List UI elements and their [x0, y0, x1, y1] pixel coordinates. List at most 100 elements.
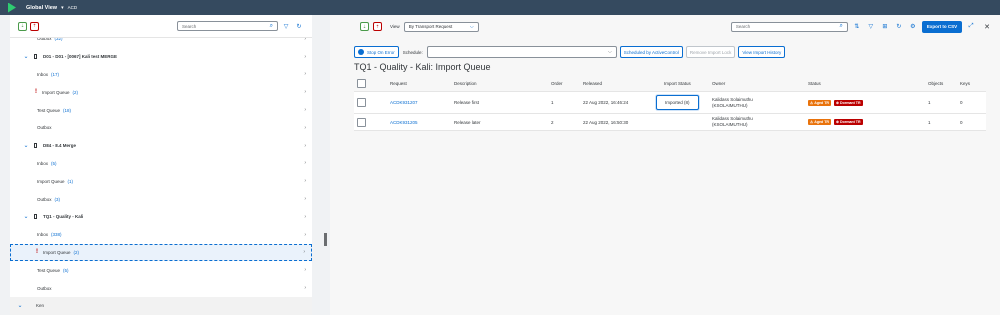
keys-cell: 0: [960, 100, 963, 105]
expand-chevron-icon[interactable]: ⌄: [22, 53, 30, 60]
chevron-right-icon[interactable]: ›: [304, 160, 306, 166]
tree-item-label: Import Queue: [42, 89, 70, 95]
tree-item-label: Outbox: [37, 125, 52, 131]
tree-item[interactable]: Inbox (17) ›: [10, 66, 312, 84]
left-search-input[interactable]: Search ⌕: [177, 21, 278, 31]
refresh-icon[interactable]: ↻: [894, 22, 904, 32]
close-icon[interactable]: ✕: [984, 23, 990, 31]
tree-item[interactable]: Outbox (32) ›: [10, 38, 312, 48]
collapse-all-button[interactable]: ⇡: [30, 21, 39, 31]
remove-import-lock-button[interactable]: Remove Import Lock: [685, 46, 736, 58]
schedule-select[interactable]: ⌵: [426, 46, 617, 58]
tree-item[interactable]: Outbox ›: [10, 279, 312, 297]
import-status-cell[interactable]: Imported (8): [656, 95, 699, 110]
tree-item[interactable]: ⌄ D01 - D01 - [0067] Kali test MERGE ›: [10, 48, 312, 66]
tree-item-count: (2): [73, 249, 80, 255]
chevron-right-icon[interactable]: ›: [304, 143, 306, 149]
stop-on-error-button[interactable]: Stop On Error: [354, 46, 399, 58]
col-keys[interactable]: Keys: [960, 75, 970, 91]
search-icon[interactable]: ⌕: [270, 23, 273, 30]
tree-item-count: (17): [51, 71, 60, 77]
expand-all-button[interactable]: ⇣: [18, 21, 27, 31]
col-objects[interactable]: Objects: [928, 75, 943, 91]
expand-chevron-icon[interactable]: ⌄: [22, 213, 30, 220]
col-description[interactable]: Description: [454, 75, 477, 91]
chevron-right-icon[interactable]: ›: [304, 214, 306, 220]
tree-item-label: Import Queue: [37, 178, 65, 184]
tree-item-label: D84 - 8.4 Merge: [43, 143, 77, 149]
app-title[interactable]: Global View: [26, 5, 57, 11]
chevron-right-icon[interactable]: ›: [304, 89, 306, 95]
table-row[interactable]: ACDK931207 Release first 1 22 Aug 2022, 16:…: [354, 92, 986, 114]
col-order[interactable]: Order: [551, 75, 563, 91]
chevron-right-icon[interactable]: ›: [304, 285, 306, 291]
expand-chevron-icon[interactable]: ⌄: [22, 142, 30, 149]
tree-item[interactable]: Outbox ›: [10, 119, 312, 137]
row-checkbox[interactable]: [357, 117, 366, 127]
collapse-button[interactable]: ⇡: [373, 22, 382, 31]
aged-tr-label: Aged TR: [814, 120, 830, 124]
alert-icon: !: [35, 89, 37, 96]
tree-item[interactable]: Test Queue (5) ›: [10, 261, 312, 279]
fullscreen-icon[interactable]: ⤢: [966, 22, 976, 32]
col-owner[interactable]: Owner: [712, 75, 725, 91]
settings-icon[interactable]: ⚙: [908, 22, 918, 32]
tree-item[interactable]: ! Import Queue (2) ›: [10, 243, 312, 262]
tree-item[interactable]: ⌄ Ken: [10, 297, 312, 315]
filter-icon[interactable]: ▽: [281, 21, 291, 31]
tree-item[interactable]: ⌄ D84 - 8.4 Merge ›: [10, 137, 312, 155]
scheduled-by-button[interactable]: Scheduled by ActiveControl: [619, 46, 683, 58]
sort-icon[interactable]: ⇅: [852, 22, 862, 32]
chevron-right-icon[interactable]: ›: [304, 232, 306, 238]
table-row[interactable]: ACDK931205 Release later 2 22 Aug 2022, 16:…: [354, 114, 986, 131]
expand-chevron-icon[interactable]: ⌄: [16, 302, 24, 309]
export-csv-button[interactable]: Export to CSV: [921, 20, 963, 33]
description-cell: Release first: [454, 100, 480, 105]
schedule-label: Schedule:: [402, 49, 423, 55]
description-cell: Release later: [454, 119, 481, 125]
tree-item[interactable]: Outbox (3) ›: [10, 190, 312, 208]
alert-icon: !: [36, 249, 38, 256]
owner-id: (KSOLAIMUTHU): [712, 102, 748, 108]
search-icon[interactable]: ⌕: [839, 23, 842, 30]
col-import-status[interactable]: Import Status: [664, 75, 691, 91]
tree-item[interactable]: Test Queue (18) ›: [10, 101, 312, 119]
tree-item-label: Ken: [36, 303, 45, 309]
tree-item[interactable]: ⌄ TQ1 - Quality - Kali ›: [10, 208, 312, 226]
panel-splitter[interactable]: [324, 233, 327, 246]
tree-item[interactable]: Inbox (5) ›: [10, 155, 312, 173]
chevron-right-icon[interactable]: ›: [304, 107, 306, 113]
view-import-history-button[interactable]: View Import History: [738, 46, 786, 58]
view-select[interactable]: By Transport Request ⌵: [403, 21, 479, 32]
chevron-right-icon[interactable]: ›: [304, 178, 306, 184]
refresh-icon[interactable]: ↻: [294, 21, 304, 31]
columns-icon[interactable]: ⊞: [880, 22, 890, 32]
col-status[interactable]: Status: [808, 75, 821, 91]
select-all-checkbox[interactable]: [357, 78, 366, 88]
chevron-right-icon[interactable]: ›: [304, 125, 306, 131]
chevron-right-icon[interactable]: ›: [304, 38, 306, 42]
request-link[interactable]: ACDK931205: [390, 114, 418, 130]
chevron-right-icon[interactable]: ›: [303, 249, 305, 255]
tree-item[interactable]: Import Queue (1) ›: [10, 172, 312, 190]
expand-button[interactable]: ⇣: [360, 22, 369, 31]
tree-item[interactable]: ! Import Queue (2) ›: [10, 83, 312, 101]
col-request[interactable]: Request: [390, 75, 407, 91]
filter-icon[interactable]: ▽: [866, 22, 876, 32]
col-released[interactable]: Released: [583, 75, 602, 91]
chevron-right-icon[interactable]: ›: [304, 196, 306, 202]
dormant-tr-label: Dormant TR: [840, 120, 861, 124]
chevron-down-icon[interactable]: ▾: [61, 5, 64, 11]
right-search-input[interactable]: Search ⌕: [730, 21, 848, 32]
tree-item-count: (338): [51, 232, 62, 238]
tree-item[interactable]: Inbox (338) ›: [10, 226, 312, 244]
chevron-right-icon[interactable]: ›: [304, 267, 306, 273]
objects-cell: 1: [928, 100, 931, 105]
system-icon: [34, 54, 37, 60]
row-checkbox[interactable]: [357, 98, 366, 107]
chevron-right-icon[interactable]: ›: [304, 71, 306, 77]
right-panel: ⇣ ⇡ View By Transport Request ⌵ Search ⌕…: [330, 15, 1000, 315]
chevron-right-icon[interactable]: ›: [304, 54, 306, 60]
request-link[interactable]: ACDK931207: [390, 92, 418, 113]
view-label: View: [390, 24, 400, 29]
